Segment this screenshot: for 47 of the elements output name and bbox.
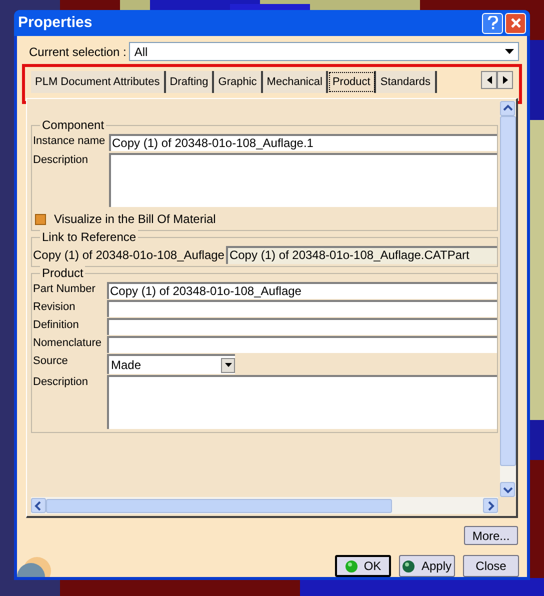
tab[interactable]: Product [328, 71, 376, 93]
scroll-thumb[interactable] [46, 498, 392, 512]
scroll-right-icon[interactable] [497, 71, 513, 89]
scroll-down-icon[interactable] [500, 482, 515, 497]
tab[interactable]: Mechanical [262, 71, 328, 93]
field-label: Description [33, 375, 90, 390]
text-field[interactable]: Copy (1) of 20348-01o-108_Auflage [107, 282, 497, 299]
text-field[interactable] [107, 300, 497, 317]
scroll-left-icon[interactable] [481, 71, 497, 89]
close-icon[interactable] [505, 12, 526, 34]
group-title: Product [40, 266, 86, 280]
checkbox-label: Visualize in the Bill Of Material [54, 211, 216, 228]
more-button[interactable]: More... [464, 526, 518, 545]
ball-icon [344, 560, 358, 572]
horizontal-scrollbar[interactable] [31, 497, 498, 514]
tab[interactable]: PLM Document Attributes [31, 71, 166, 93]
field-label: Description [33, 153, 90, 168]
reference-label: Copy (1) of 20348-01o-108_Auflage [33, 247, 224, 264]
window-title: Properties [18, 12, 92, 33]
description-field[interactable] [107, 375, 497, 429]
apply-button[interactable]: Apply [399, 555, 455, 577]
ok-button[interactable]: OK [335, 555, 391, 577]
field-label: Instance name [33, 134, 106, 149]
close-button[interactable]: Close [463, 555, 519, 577]
tab[interactable]: Graphic [214, 71, 263, 93]
field-label: Definition [33, 318, 80, 333]
field-label: Part Number [33, 282, 96, 297]
field-label: Source [33, 354, 69, 369]
reference-field: Copy (1) of 20348-01o-108_Auflage.CATPart [226, 246, 497, 264]
dropdown-arrow-icon[interactable] [505, 49, 514, 54]
current-selection-label: Current selection : [29, 44, 126, 60]
group-title: Component [40, 118, 106, 132]
description-field[interactable] [109, 153, 497, 207]
field-label: Revision [33, 300, 76, 315]
current-selection-dropdown[interactable]: All [129, 42, 519, 61]
tab[interactable]: Standards [376, 71, 437, 93]
tab[interactable]: Drafting [166, 71, 214, 93]
field-label: Nomenclature [33, 336, 102, 351]
text-field[interactable]: Copy (1) of 20348-01o-108_Auflage.1 [109, 134, 497, 151]
group-title: Link to Reference [40, 230, 138, 244]
scroll-up-icon[interactable] [500, 101, 515, 116]
text-field[interactable] [107, 318, 497, 335]
help-icon[interactable] [482, 12, 503, 34]
ball-icon [402, 560, 416, 572]
visualize-checkbox[interactable] [35, 214, 46, 224]
text-field[interactable] [107, 336, 497, 353]
source-dropdown[interactable]: Made [107, 354, 235, 374]
